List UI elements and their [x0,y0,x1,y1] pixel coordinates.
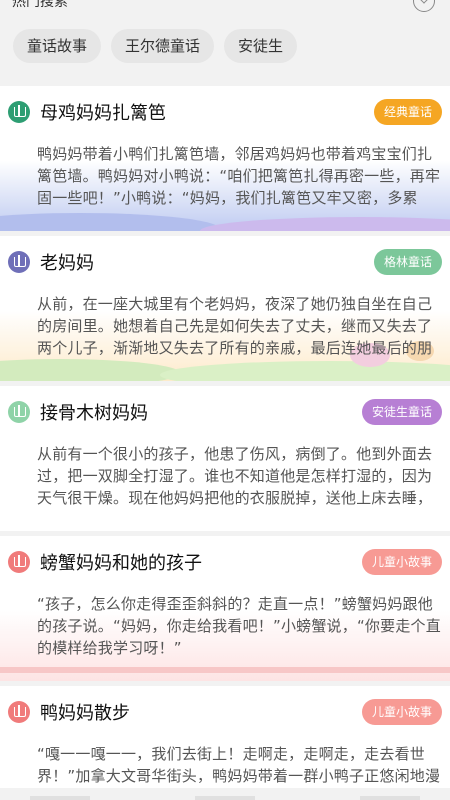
story-title[interactable]: 螃蟹妈妈和她的孩子 [40,549,202,575]
story-card[interactable]: 鸭妈妈散步 儿童小故事 “嘎一一嘎一一，我们去街上！走啊走，走啊走，走去看世界！… [0,686,450,800]
bottom-nav-segment [195,796,255,800]
category-badge: 儿童小故事 [361,549,442,575]
story-title[interactable]: 老妈妈 [40,249,94,275]
story-title[interactable]: 鸭妈妈散步 [40,699,130,725]
book-icon [8,101,30,123]
story-card[interactable]: 母鸡妈妈扎篱笆 经典童话 鸭妈妈带着小鸭们扎篱笆墙，邻居鸡妈妈也带着鸡宝宝们扎篱… [0,86,450,231]
bottom-nav-segment [30,796,90,800]
story-header: 老妈妈 格林童话 [8,249,442,275]
category-badge: 格林童话 [373,249,442,275]
story-header: 接骨木树妈妈 安徒生童话 [8,399,442,425]
hot-tag[interactable]: 童话故事 [13,29,102,63]
story-list: 母鸡妈妈扎篱笆 经典童话 鸭妈妈带着小鸭们扎篱笆墙，邻居鸡妈妈也带着鸡宝宝们扎篱… [0,86,450,800]
category-badge: 儿童小故事 [361,699,442,725]
category-badge: 经典童话 [373,99,442,125]
hot-search-title: 热门搜索 [12,0,68,10]
story-card[interactable]: 接骨木树妈妈 安徒生童话 从前有一个很小的孩子，他患了伤风，病倒了。他到外面去过… [0,386,450,531]
hot-tags: 童话故事 王尔德童话 安徒生 [13,29,298,63]
category-badge: 安徒生童话 [361,399,442,425]
book-icon [8,701,30,723]
story-card[interactable]: 螃蟹妈妈和她的孩子 儿童小故事 “孩子，怎么你走得歪歪斜斜的？走直一点！”螃蟹妈… [0,536,450,681]
hot-tag[interactable]: 安徒生 [224,29,298,63]
story-header: 鸭妈妈散步 儿童小故事 [8,699,442,725]
story-excerpt: 从前，在一座大城里有个老妈妈，夜深了她仍独自坐在自己的房间里。她想着自己先是如何… [37,295,433,357]
hot-tag[interactable]: 王尔德童话 [111,29,215,63]
story-excerpt: 从前有一个很小的孩子，他患了伤风，病倒了。他到外面去过，把一双脚全打湿了。谁也不… [37,445,433,507]
bottom-nav-segment [360,796,420,800]
bottom-nav-strip [0,788,450,800]
story-title[interactable]: 接骨木树妈妈 [40,399,148,425]
story-card[interactable]: 老妈妈 格林童话 从前，在一座大城里有个老妈妈，夜深了她仍独自坐在自己的房间里。… [0,236,450,381]
hot-search-section: 热门搜索 童话故事 王尔德童话 安徒生 [0,0,450,86]
story-excerpt: 鸭妈妈带着小鸭们扎篱笆墙，邻居鸡妈妈也带着鸡宝宝们扎篱笆墙。鸭妈妈对小鸭说：“咱… [37,145,441,207]
book-icon [8,551,30,573]
book-icon [8,251,30,273]
story-title[interactable]: 母鸡妈妈扎篱笆 [40,99,166,125]
story-header: 螃蟹妈妈和她的孩子 儿童小故事 [8,549,442,575]
book-icon [8,401,30,423]
story-excerpt: “孩子，怎么你走得歪歪斜斜的？走直一点！”螃蟹妈妈跟他的孩子说。“妈妈，你走给我… [37,595,441,657]
refresh-icon[interactable] [413,0,435,12]
story-header: 母鸡妈妈扎篱笆 经典童话 [8,99,442,125]
